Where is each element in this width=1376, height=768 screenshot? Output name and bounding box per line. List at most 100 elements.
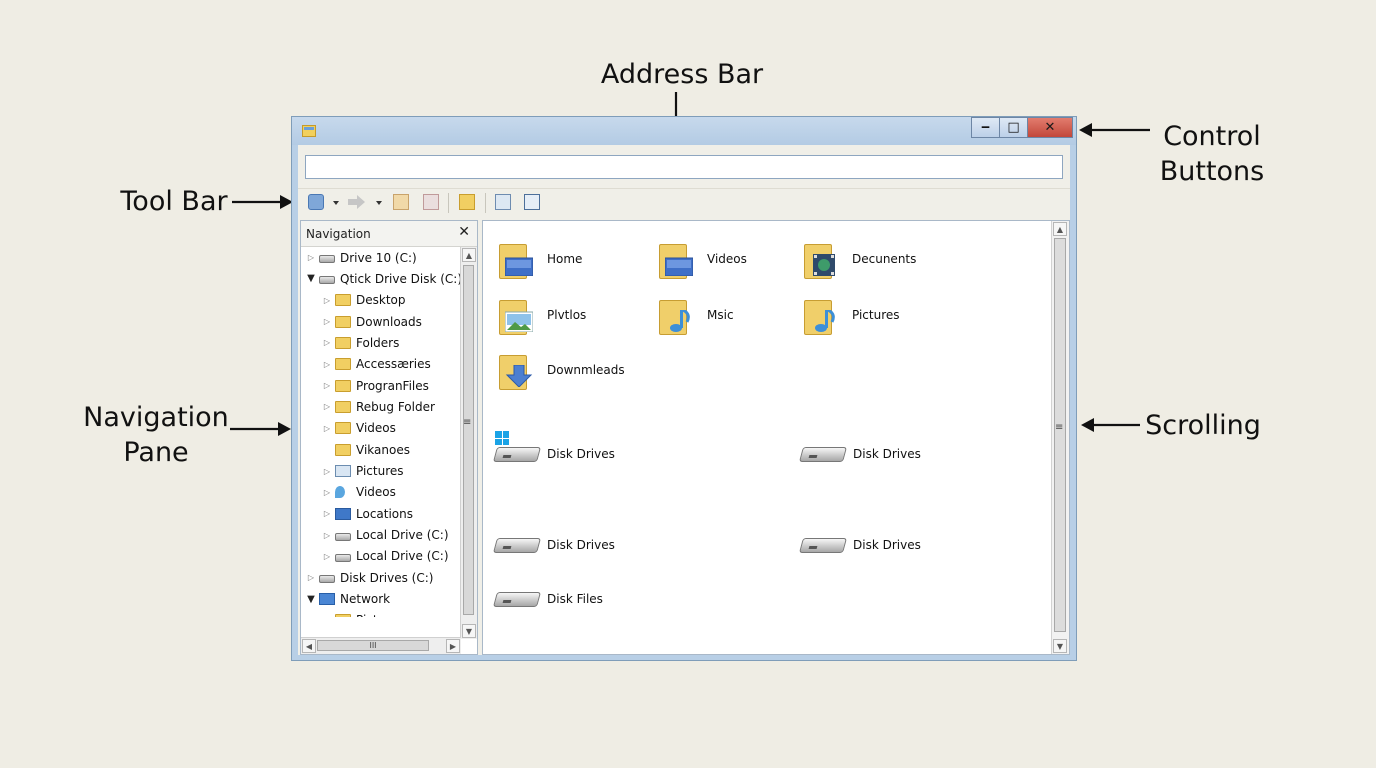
folder-item[interactable]: Msic (659, 297, 734, 335)
navigation-title: Navigation (306, 227, 371, 241)
folder-item[interactable]: Home (499, 241, 582, 279)
nav-tree-item[interactable]: ▷ Disk Drives (C:) (305, 567, 434, 588)
content-scroll-up-button[interactable]: ▲ (1053, 222, 1067, 236)
drive-icon (335, 532, 351, 541)
navigation-vertical-scrollbar[interactable]: ▲ ≡ ▼ (460, 247, 477, 639)
nav-tree-item[interactable]: ▷ Local Drive (C:) (321, 525, 449, 546)
scroll-grip-icon: ≡ (1055, 422, 1064, 433)
nav-tree-item[interactable]: ▼ Network (305, 589, 390, 610)
expander-icon[interactable]: ▷ (321, 488, 333, 497)
drive-item-label: Disk Drives (853, 447, 921, 461)
nav-tree-item[interactable]: ▷ ProgranFiles (321, 375, 429, 396)
nav-tree-item-label: Locations (356, 506, 414, 521)
nav-tree-item[interactable]: ▷ Folders (321, 332, 399, 353)
drive-item[interactable]: Disk Drives (492, 534, 615, 556)
address-bar-input[interactable] (305, 155, 1063, 179)
expander-icon[interactable]: ▷ (321, 360, 333, 369)
expander-icon[interactable]: ▷ (321, 552, 333, 561)
drive-item-label: Disk Drives (853, 538, 921, 552)
drive-item[interactable]: Disk Drives (492, 431, 615, 465)
navigation-scroll-thumb[interactable] (463, 265, 474, 615)
drive-item-label: Disk Files (547, 592, 603, 606)
nav-tree-item[interactable]: ▷ Local Drive (C:) (321, 546, 449, 567)
expander-icon[interactable]: ▼ (305, 273, 317, 284)
back-dropdown-icon[interactable] (333, 201, 339, 205)
nav-tree-item[interactable]: ▷ Videos (321, 482, 396, 503)
drive-item[interactable]: Disk Drives (798, 534, 921, 556)
expander-icon[interactable]: ▷ (321, 616, 333, 617)
maximize-button[interactable]: □ (999, 117, 1028, 138)
hard-drive-icon (492, 588, 542, 610)
delete-icon[interactable] (423, 194, 439, 210)
minimize-button[interactable]: ‒ (971, 117, 1000, 138)
title-bar[interactable]: ‒ □ ✕ (292, 117, 1076, 145)
nav-tree-item[interactable]: Vikanoes (321, 439, 410, 460)
folder-icon (804, 297, 838, 335)
scroll-down-button[interactable]: ▼ (462, 624, 476, 638)
nav-tree-item[interactable]: ▷ Pictures (321, 461, 404, 482)
folder-icon (659, 297, 693, 335)
open-folder-icon[interactable] (459, 194, 475, 210)
folder-item-label: Videos (707, 252, 747, 266)
nav-tree-item-label: Drive 10 (C:) (340, 250, 417, 265)
view-icon[interactable] (524, 194, 540, 210)
drive-icon (319, 575, 335, 584)
expander-icon[interactable]: ▷ (321, 317, 333, 326)
expander-icon[interactable]: ▷ (321, 424, 333, 433)
scroll-left-button[interactable]: ◀ (302, 639, 316, 653)
nav-tree-item[interactable]: ▷ Pictures (321, 610, 404, 617)
folder-item[interactable]: Videos (659, 241, 747, 279)
expander-icon[interactable]: ▷ (305, 253, 317, 262)
expander-icon[interactable]: ▷ (321, 296, 333, 305)
content-vertical-scrollbar[interactable]: ▲ ≡ ▼ (1051, 221, 1069, 654)
drive-item[interactable]: Disk Files (492, 588, 603, 610)
folder-icon (335, 614, 351, 617)
nav-tree-item[interactable]: ▷ Desktop (321, 290, 406, 311)
toolbar-separator (448, 193, 449, 213)
drive-item-label: Disk Drives (547, 538, 615, 552)
folder-icon (335, 315, 351, 328)
folder-icon (804, 241, 838, 279)
nav-tree-item-label: Disk Drives (C:) (340, 570, 434, 585)
forward-icon[interactable] (348, 194, 366, 210)
hard-drive-icon (492, 534, 542, 556)
window-body: Navigation ✕ ▷ Drive 10 (C:) ▼ Qtick Drive … (298, 145, 1070, 655)
drive-item[interactable]: Disk Drives (798, 443, 921, 465)
navigation-close-icon[interactable]: ✕ (458, 224, 470, 240)
expander-icon[interactable]: ▷ (321, 381, 333, 390)
forward-dropdown-icon[interactable] (376, 201, 382, 205)
expander-icon[interactable]: ▷ (321, 531, 333, 540)
content-scroll-thumb[interactable] (1054, 238, 1066, 632)
nav-tree-item[interactable]: ▷ Videos (321, 418, 396, 439)
expander-icon[interactable]: ▷ (321, 402, 333, 411)
expander-icon[interactable]: ▷ (321, 509, 333, 518)
copy-icon[interactable] (393, 194, 409, 210)
expander-icon[interactable]: ▷ (305, 573, 317, 582)
content-scroll-down-button[interactable]: ▼ (1053, 639, 1067, 653)
scroll-right-button[interactable]: ▶ (446, 639, 460, 653)
arrow-navigation-pane (230, 422, 291, 436)
folder-item[interactable]: Decunents (804, 241, 916, 279)
navigation-horizontal-scrollbar[interactable]: ◀ III ▶ (301, 637, 461, 654)
scroll-up-button[interactable]: ▲ (462, 248, 476, 262)
back-icon[interactable] (308, 194, 324, 210)
folder-item[interactable]: Pictures (804, 297, 900, 335)
properties-icon[interactable] (495, 194, 511, 210)
nav-tree-item[interactable]: ▷ Downloads (321, 311, 422, 332)
folder-item[interactable]: Downmleads (499, 352, 625, 390)
nav-tree-item[interactable]: ▼ Qtick Drive Disk (C:) (305, 268, 461, 289)
nav-tree-item-label: Rebug Folder (356, 399, 435, 414)
nav-tree-item-label: Pictures (356, 464, 404, 478)
nav-tree-item[interactable]: ▷ Drive 10 (C:) (305, 247, 417, 268)
folder-icon (335, 443, 351, 456)
expander-icon[interactable]: ▼ (305, 594, 317, 605)
nav-tree-item[interactable]: ▷ Rebug Folder (321, 396, 435, 417)
close-button[interactable]: ✕ (1027, 117, 1073, 138)
callout-scrolling: Scrolling (1145, 410, 1261, 441)
expander-icon[interactable]: ▷ (321, 338, 333, 347)
folder-item[interactable]: Plvtlos (499, 297, 586, 335)
expander-icon[interactable]: ▷ (321, 467, 333, 476)
nav-tree-item[interactable]: ▷ Locations (321, 503, 413, 524)
nav-tree-item[interactable]: ▷ Accessæries (321, 354, 431, 375)
navigation-hscroll-thumb[interactable]: III (317, 640, 429, 651)
